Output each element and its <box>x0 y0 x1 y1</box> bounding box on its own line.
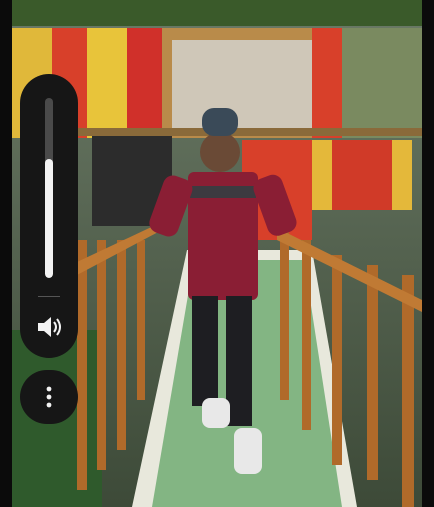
speaker-icon[interactable] <box>34 312 64 342</box>
volume-panel <box>20 74 78 358</box>
more-options-button[interactable] <box>20 370 78 424</box>
volume-divider <box>38 296 60 297</box>
screen-edge-left <box>0 0 12 507</box>
volume-slider[interactable] <box>45 98 53 278</box>
volume-level-fill <box>45 159 53 278</box>
screen-edge-right <box>422 0 434 507</box>
more-vertical-icon <box>46 386 52 408</box>
